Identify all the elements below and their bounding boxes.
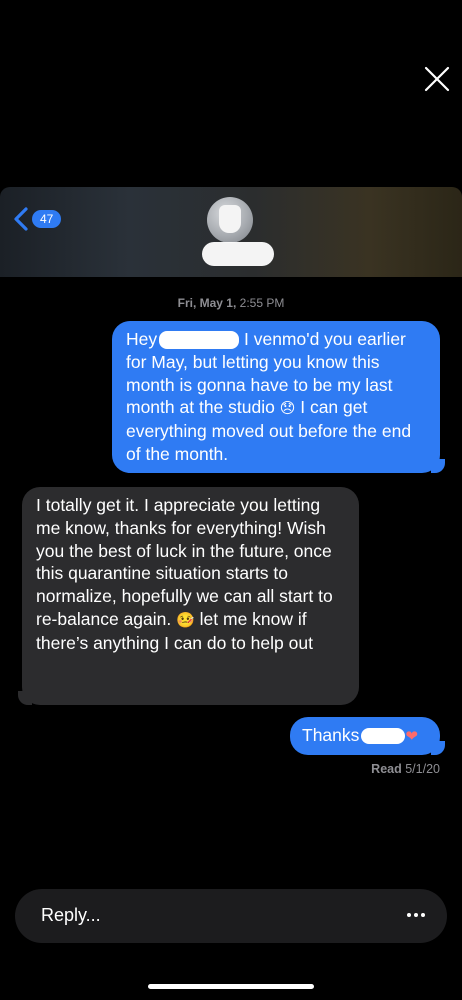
- back-chevron-icon: [14, 207, 28, 231]
- contact-name-redacted[interactable]: [202, 242, 274, 266]
- redacted-name: [159, 331, 240, 350]
- timestamp-time: 2:55 PM: [239, 296, 285, 310]
- dot: [407, 913, 411, 917]
- message-text: Hey: [126, 329, 158, 349]
- sick-emoji: 🤒: [176, 610, 195, 629]
- redacted-name: [361, 728, 406, 745]
- timestamp-day: Fri, May 1,: [177, 296, 237, 310]
- avatar-image: [219, 205, 241, 233]
- read-date: 5/1/20: [405, 762, 440, 776]
- bubble-tail: [431, 741, 445, 755]
- message-timestamp: Fri, May 1, 2:55 PM: [0, 296, 462, 310]
- heart-emoji: ❤: [405, 727, 418, 745]
- close-icon[interactable]: [424, 66, 450, 92]
- back-button[interactable]: 47: [12, 206, 62, 232]
- outgoing-message-bubble[interactable]: Hey I venmo'd you earlier for May, but l…: [112, 321, 440, 473]
- avatar[interactable]: [207, 197, 253, 243]
- read-label: Read: [371, 762, 402, 776]
- reply-composer[interactable]: Reply...: [15, 889, 447, 943]
- home-indicator[interactable]: [148, 984, 314, 989]
- read-receipt: Read 5/1/20: [0, 762, 440, 776]
- reply-input[interactable]: Reply...: [41, 905, 101, 926]
- outgoing-message-bubble[interactable]: Thanks ❤: [290, 717, 440, 755]
- more-icon[interactable]: [407, 913, 425, 917]
- incoming-message-bubble[interactable]: I totally get it. I appreciate you letti…: [22, 487, 359, 705]
- disappointed-emoji: 😞: [279, 399, 296, 418]
- unread-count-badge: 47: [32, 210, 62, 228]
- bubble-tail: [431, 459, 445, 473]
- dot: [414, 913, 418, 917]
- message-text: Thanks: [302, 725, 360, 745]
- bubble-tail: [18, 691, 32, 705]
- dot: [421, 913, 425, 917]
